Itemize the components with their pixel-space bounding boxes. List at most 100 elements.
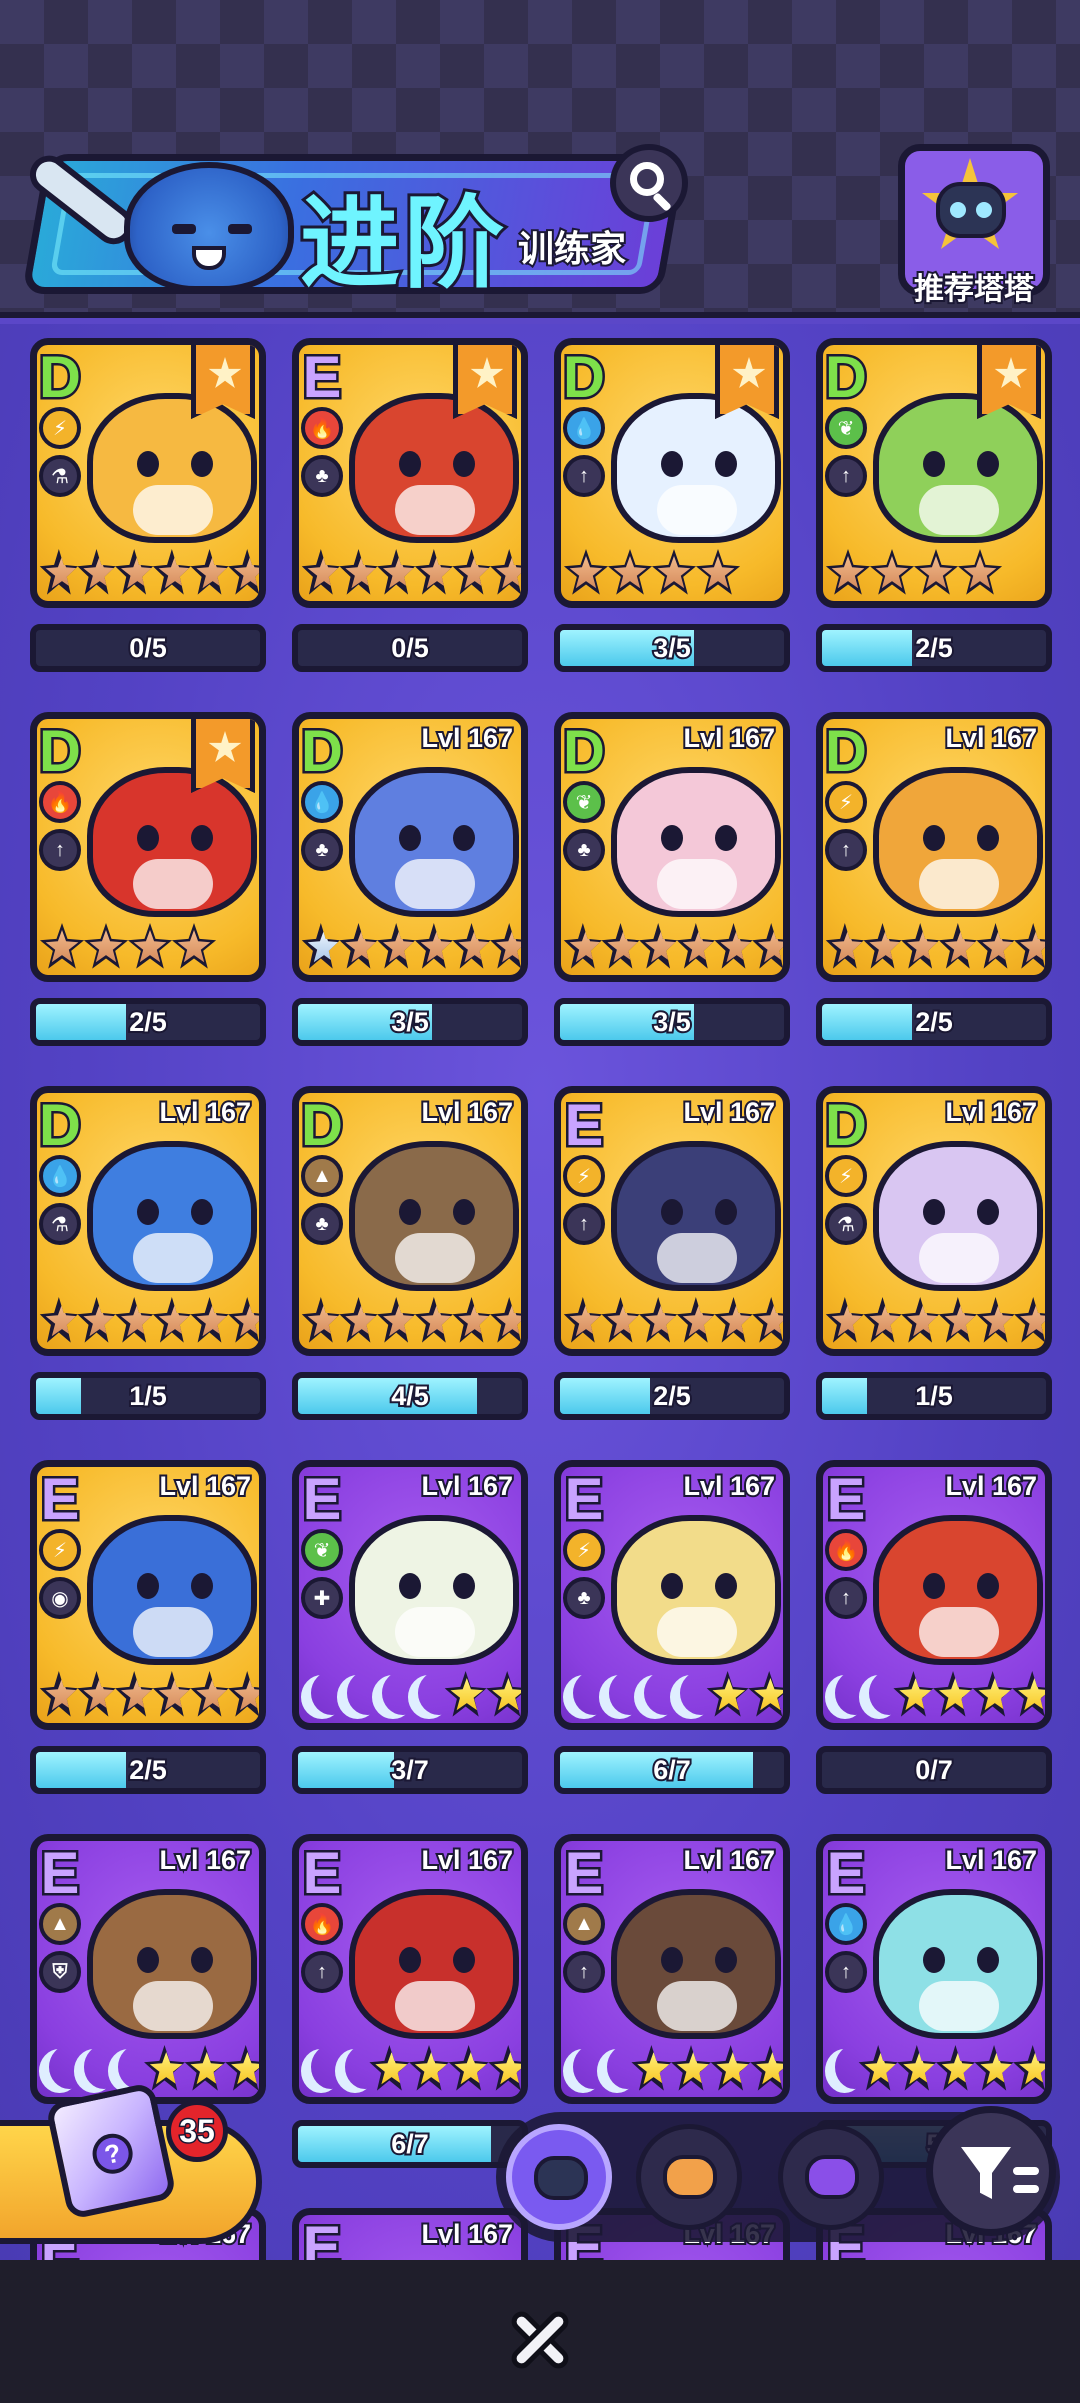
upgrade-progress-bar: 2/5	[554, 1372, 790, 1420]
thunder-element-icon: ⚡	[39, 407, 81, 449]
tower-card[interactable]: E 🔥 ↑ Lvl 167	[292, 1834, 528, 2104]
star-rating	[301, 923, 521, 973]
gold-star-icon	[893, 1671, 934, 1717]
tower-card[interactable]: D ▲ ♣ Lvl 167	[292, 1086, 528, 1356]
star-rating	[301, 549, 521, 599]
hamster-tab-button[interactable]	[636, 2124, 742, 2230]
grass-element-icon: ❦	[825, 407, 867, 449]
tower-card[interactable]: E ▲ ⛨ Lvl 167	[30, 1834, 266, 2104]
grass-element-icon: ❦	[563, 781, 605, 823]
bot-tab-button[interactable]	[506, 2124, 612, 2230]
thunder-element-icon: ⚡	[39, 1529, 81, 1571]
rank-letter: E	[300, 1841, 344, 1909]
bronze-star-icon	[1014, 923, 1045, 969]
star-rating	[563, 1671, 783, 1721]
rank-letter: D	[299, 719, 345, 787]
upgrade-progress-bar: 0/5	[292, 624, 528, 672]
recommend-button[interactable]: 推荐塔塔	[894, 144, 1054, 309]
star-rating	[39, 549, 259, 599]
search-button[interactable]	[610, 144, 688, 222]
star-rating	[825, 1671, 1045, 1721]
arrow-role-icon: ↑	[563, 1951, 605, 1993]
level-label: Lvl 167	[681, 1095, 777, 1129]
gold-star-icon	[1013, 2045, 1045, 2091]
tower-card[interactable]: D 💧 ↑	[554, 338, 790, 608]
tower-card[interactable]: D ❦ ↑	[816, 338, 1052, 608]
bronze-star-icon	[83, 923, 129, 969]
upgrade-progress-bar: 6/7	[292, 2120, 528, 2168]
shield-role-icon: ⛨	[39, 1951, 81, 1993]
bronze-star-icon	[115, 549, 154, 595]
tower-card[interactable]: E 🔥 ♣	[292, 338, 528, 608]
upgrade-progress-bar: 3/7	[292, 1746, 528, 1794]
rank-letter: D	[37, 345, 83, 413]
tower-card[interactable]: E ⚡ ♣ Lvl 167	[554, 1460, 790, 1730]
page-title: 进阶	[297, 182, 508, 305]
arrow-role-icon: ↑	[39, 829, 81, 871]
close-button[interactable]	[500, 2300, 580, 2380]
bronze-star-icon	[676, 923, 715, 969]
tower-card[interactable]: E ⚡ ↑ Lvl 167	[554, 1086, 790, 1356]
gold-star-icon	[409, 2045, 449, 2091]
bronze-star-icon	[228, 1671, 259, 1717]
arrow-role-icon: ↑	[825, 1951, 867, 1993]
cat-badge-tab-button[interactable]	[778, 2124, 884, 2230]
tower-card[interactable]: E ❦ ✚ Lvl 167	[292, 1460, 528, 1730]
level-label: Lvl 167	[681, 1843, 777, 1877]
filter-button[interactable]	[926, 2106, 1056, 2236]
star-rating	[301, 1297, 521, 1347]
tower-card[interactable]: D ❦ ♣ Lvl 167	[554, 712, 790, 982]
bronze-star-icon	[752, 1297, 783, 1343]
bronze-star-icon	[39, 923, 85, 969]
tower-card[interactable]: D ⚡ ↑ Lvl 167	[816, 712, 1052, 982]
creature-portrait	[611, 1515, 781, 1665]
tower-card[interactable]: D 💧 ⚗ Lvl 167	[30, 1086, 266, 1356]
tower-card[interactable]: E 💧 ↑ Lvl 167	[816, 1834, 1052, 2104]
progress-text: 2/5	[651, 1379, 693, 1413]
tower-card[interactable]: E ⚡ ◉ Lvl 167	[30, 1460, 266, 1730]
tower-card[interactable]: D ⚡ ⚗ Lvl 167	[816, 1086, 1052, 1356]
bronze-star-icon	[301, 1297, 340, 1343]
rank-letter: D	[823, 1093, 869, 1161]
recommend-label: 推荐塔塔	[912, 270, 1036, 309]
rank-letter: D	[823, 719, 869, 787]
creature-portrait	[611, 767, 781, 917]
star-rating	[825, 2045, 1045, 2095]
bronze-star-icon	[639, 1297, 678, 1343]
tower-card[interactable]: D 💧 ♣ Lvl 167	[292, 712, 528, 982]
robot-icon	[936, 182, 1006, 238]
water-element-icon: 💧	[825, 1903, 867, 1945]
rank-letter: D	[37, 719, 83, 787]
moon-icon	[335, 2049, 375, 2093]
bronze-star-icon	[301, 549, 340, 595]
rank-letter: D	[299, 1093, 345, 1161]
bronze-star-icon	[651, 549, 697, 595]
bronze-star-icon	[228, 549, 259, 595]
tower-card[interactable]: E Lvl 167	[292, 2208, 528, 2260]
star-rating	[825, 1297, 1045, 1347]
gold-star-icon	[369, 2045, 410, 2091]
creature-portrait	[349, 1141, 519, 1291]
bronze-star-icon	[452, 1297, 491, 1343]
level-label: Lvl 167	[157, 1095, 253, 1129]
bronze-star-icon	[901, 1297, 940, 1343]
gold-star-icon	[710, 2045, 751, 2091]
tower-card[interactable]: E ▲ ↑ Lvl 167	[554, 1834, 790, 2104]
progress-text: 0/7	[913, 1753, 955, 1787]
bronze-star-icon	[152, 549, 191, 595]
creature-portrait	[87, 1515, 257, 1665]
tower-card[interactable]: D 🔥 ↑	[30, 712, 266, 982]
tower-card[interactable]: D ⚡ ⚗	[30, 338, 266, 608]
cross-role-icon: ✚	[301, 1577, 343, 1619]
bronze-star-icon	[976, 1297, 1015, 1343]
bronze-star-icon	[695, 549, 741, 595]
upgrade-progress-bar: 2/5	[30, 1746, 266, 1794]
tower-card[interactable]: E 🔥 ↑ Lvl 167	[816, 1460, 1052, 1730]
bronze-star-icon	[115, 1297, 154, 1343]
cat-badge-tab-icon	[805, 2155, 859, 2199]
bronze-star-icon	[601, 923, 640, 969]
progress-text: 0/5	[127, 631, 169, 665]
bronze-star-icon	[639, 923, 678, 969]
page-subtitle: 训练家	[516, 227, 628, 272]
upgrade-progress-bar: 2/5	[816, 998, 1052, 1046]
